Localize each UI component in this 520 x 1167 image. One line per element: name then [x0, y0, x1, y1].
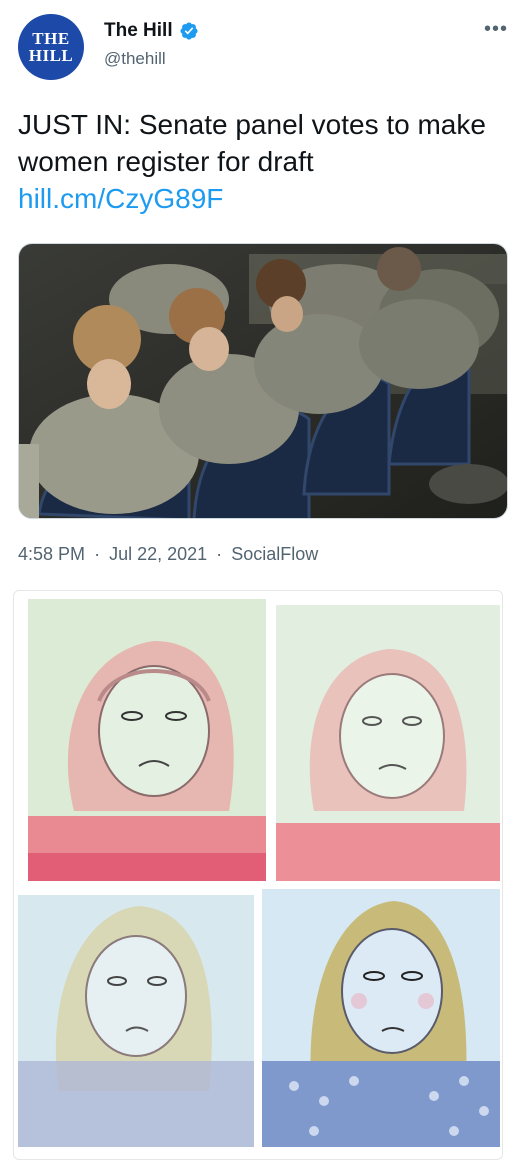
more-options-icon[interactable]: •••: [484, 18, 508, 41]
tweet-source[interactable]: SocialFlow: [231, 544, 318, 564]
avatar-text-line2: HILL: [28, 46, 74, 65]
tweet-meta: 4:58 PM · Jul 22, 2021 · SocialFlow: [18, 544, 322, 565]
tweet-link[interactable]: hill.cm/CzyG89F: [18, 180, 503, 217]
tweet-body: JUST IN: Senate panel votes to make wome…: [18, 106, 503, 217]
meme-panel-3: [18, 895, 254, 1147]
soldiers-photo: [19, 244, 507, 518]
tweet-date[interactable]: Jul 22, 2021: [109, 544, 207, 564]
account-name[interactable]: The Hill: [104, 20, 173, 42]
avatar-text-line1: THE: [32, 29, 70, 48]
meme-panel-1: [28, 599, 266, 881]
account-handle[interactable]: @thehill: [104, 49, 199, 69]
tweet-photo[interactable]: [18, 243, 508, 519]
meme-four-panel-drawing: [18, 599, 500, 1147]
meme-panel-4: [262, 889, 500, 1147]
tweet-text: JUST IN: Senate panel votes to make wome…: [18, 109, 486, 177]
meta-separator: ·: [216, 544, 223, 564]
meme-image: [13, 590, 503, 1160]
tweet-time[interactable]: 4:58 PM: [18, 544, 85, 564]
meme-panel-2: [276, 605, 500, 881]
tweet-header: THE HILL The Hill @thehill •••: [18, 14, 508, 84]
avatar[interactable]: THE HILL: [18, 14, 84, 80]
verified-badge-icon: [180, 22, 198, 40]
account-info: The Hill @thehill: [104, 20, 199, 69]
meta-separator: ·: [94, 544, 101, 564]
